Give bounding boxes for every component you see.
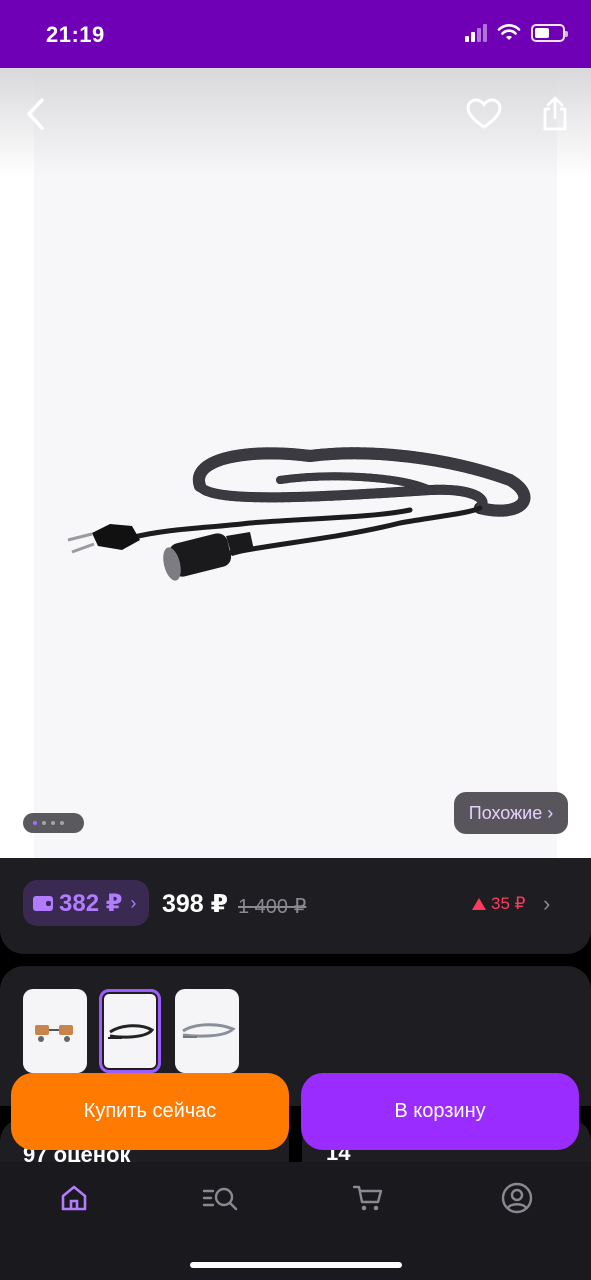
battery-icon [531,24,568,42]
status-time: 21:19 [46,22,105,47]
home-indicator [190,1262,402,1268]
add-to-cart-button[interactable]: В корзину [301,1073,579,1150]
share-icon [543,96,567,131]
favorite-button[interactable] [462,92,506,136]
cart-icon [352,1185,383,1211]
catalog-search-icon [202,1187,238,1211]
status-icons [465,24,568,42]
wallet-price: 382 ₽ [59,889,123,917]
back-button[interactable] [14,92,58,136]
variant-thumbnail-selected[interactable] [99,989,161,1073]
status-bar: 21:19 [0,0,591,68]
similar-button[interactable]: Похожие › [454,792,568,834]
bonus-badge: 35 ₽ [472,894,525,914]
wallet-price-pill[interactable]: 382 ₽ › [23,880,149,926]
buy-now-label: Купить сейчас [83,1100,217,1122]
variant-thumbnail[interactable] [23,989,87,1073]
tab-home[interactable] [54,1180,94,1216]
price-card[interactable]: 382 ₽ › 398 ₽ 1 400 ₽ 35 ₽ › [0,858,591,954]
similar-label: Похожие › [468,802,554,823]
gallery-pagination [23,813,84,833]
tab-cart[interactable] [348,1180,388,1216]
share-button[interactable] [533,92,577,136]
home-icon [61,1185,87,1211]
bonus-amount: 35 ₽ [491,894,526,913]
product-gallery[interactable]: Похожие › [0,68,591,858]
back-arrow-icon [27,98,44,130]
old-price: 1 400 ₽ [238,896,307,918]
variant-image [35,1025,73,1042]
tab-catalog[interactable] [200,1180,240,1216]
current-price: 398 ₽ [162,890,229,918]
chevron-right-icon: › [130,892,137,913]
signal-icon [465,24,487,42]
wallet-icon [33,895,53,911]
variant-image [108,1024,155,1039]
heart-icon [466,98,502,129]
variant-image [182,1023,236,1038]
variant-thumbnail[interactable] [175,989,239,1073]
chevron-right-icon[interactable]: › [543,891,550,917]
profile-icon [501,1182,533,1214]
product-image [67,447,531,581]
tab-profile[interactable] [497,1180,537,1216]
triangle-up-icon [472,898,486,910]
add-to-cart-label: В корзину [394,1100,486,1122]
buy-now-button[interactable]: Купить сейчас [11,1073,289,1150]
wifi-icon [497,24,521,40]
